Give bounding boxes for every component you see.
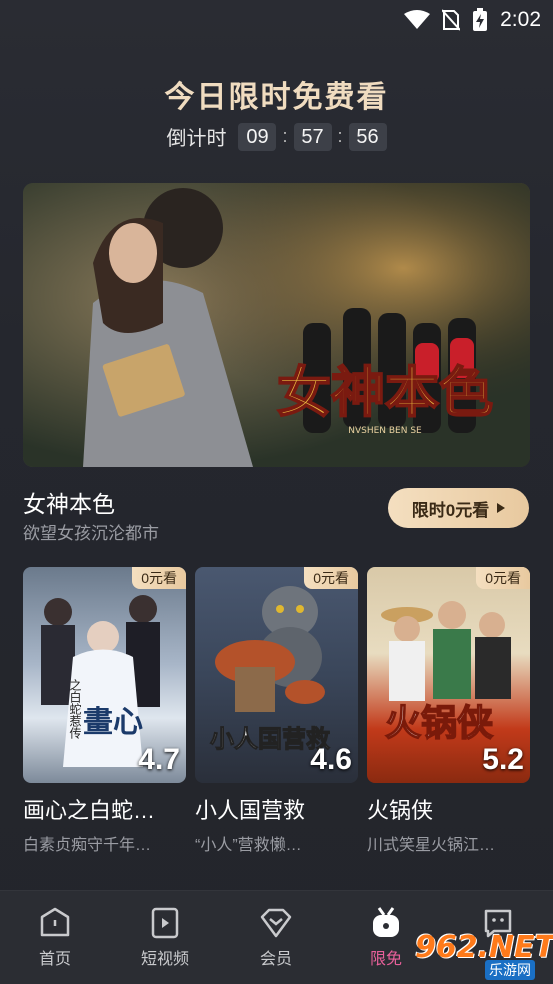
- rating: 4.7: [138, 743, 180, 776]
- countdown-label: 倒计时: [166, 128, 227, 150]
- movie-card[interactable]: 之白蛇惹传 畫心 0元看 4.7 画心之白蛇… 白素贞痴守千年…: [23, 567, 186, 855]
- countdown-hours: 09: [238, 122, 277, 151]
- movie-title[interactable]: 小人国营救: [195, 793, 358, 825]
- countdown-separator: :: [282, 126, 288, 146]
- movie-title[interactable]: 火锅侠: [367, 793, 530, 825]
- banner-logo: 女神本色: [277, 360, 493, 424]
- status-bar: 2:02: [0, 0, 553, 40]
- countdown-seconds: 56: [348, 122, 387, 151]
- movie-card[interactable]: 小人国营救 0元看 4.6 小人国营救 “小人”营救懒…: [195, 567, 358, 855]
- play-icon: [497, 503, 506, 513]
- site-watermark: 962.NET 乐游网: [415, 930, 553, 980]
- status-time: 2:02: [500, 8, 541, 31]
- rating: 4.6: [310, 743, 352, 776]
- movie-description: “小人”营救懒…: [195, 837, 302, 854]
- nav-label: 首页: [38, 951, 71, 968]
- watch-free-button[interactable]: 限时0元看: [388, 488, 529, 528]
- poster-sub-text: 之白蛇惹传: [68, 679, 82, 739]
- page-title: 今日限时免费看: [164, 81, 389, 114]
- rating: 5.2: [482, 743, 524, 776]
- watermark-text: 乐游网: [485, 960, 535, 980]
- movie-description: 川式笑星火锅江…: [367, 837, 496, 854]
- free-tv-icon: [373, 907, 399, 937]
- movie-description: 白素贞痴守千年…: [23, 837, 152, 854]
- diamond-icon: [260, 908, 292, 938]
- free-badge: 0元看: [132, 567, 186, 589]
- countdown-separator: :: [337, 126, 343, 146]
- nav-item-free[interactable]: 限免: [346, 905, 426, 969]
- featured-description: 欲望女孩沉沦都市: [23, 524, 159, 543]
- countdown-minutes: 57: [293, 122, 332, 151]
- featured-banner[interactable]: 女神本色 NVSHEN BEN SE: [23, 183, 530, 467]
- play-square-icon: [151, 907, 179, 939]
- countdown: 倒计时 09 : 57 : 56: [0, 122, 553, 151]
- movie-card[interactable]: 火锅侠 0元看 5.2 火锅侠 川式笑星火锅江…: [367, 567, 530, 855]
- nav-item-short-video[interactable]: 短视频: [125, 905, 205, 969]
- movie-poster[interactable]: 小人国营救 0元看 4.6: [195, 567, 358, 783]
- nav-label: 会员: [259, 951, 292, 968]
- movie-poster[interactable]: 火锅侠 0元看 5.2: [367, 567, 530, 783]
- nav-label: 限免: [369, 951, 402, 968]
- free-badge: 0元看: [304, 567, 358, 589]
- poster-title-text: 火锅侠: [385, 703, 494, 744]
- banner-caption: NVSHEN BEN SE: [348, 426, 422, 436]
- battery-charging-icon: [472, 8, 488, 32]
- watch-free-button-label: 限时0元看: [411, 500, 490, 520]
- movie-title[interactable]: 画心之白蛇…: [23, 793, 186, 825]
- nav-item-home[interactable]: 首页: [15, 905, 95, 969]
- poster-title-text: 畫心: [83, 705, 143, 740]
- nav-label: 短视频: [140, 951, 189, 968]
- featured-title[interactable]: 女神本色: [23, 485, 115, 519]
- no-sim-icon: [442, 9, 461, 31]
- nav-item-vip[interactable]: 会员: [236, 905, 316, 969]
- free-badge: 0元看: [476, 567, 530, 589]
- movie-poster[interactable]: 之白蛇惹传 畫心 0元看 4.7: [23, 567, 186, 783]
- home-icon: [40, 907, 70, 937]
- wifi-icon: [404, 10, 431, 30]
- banner-poster-art: 女神本色 NVSHEN BEN SE: [23, 183, 530, 467]
